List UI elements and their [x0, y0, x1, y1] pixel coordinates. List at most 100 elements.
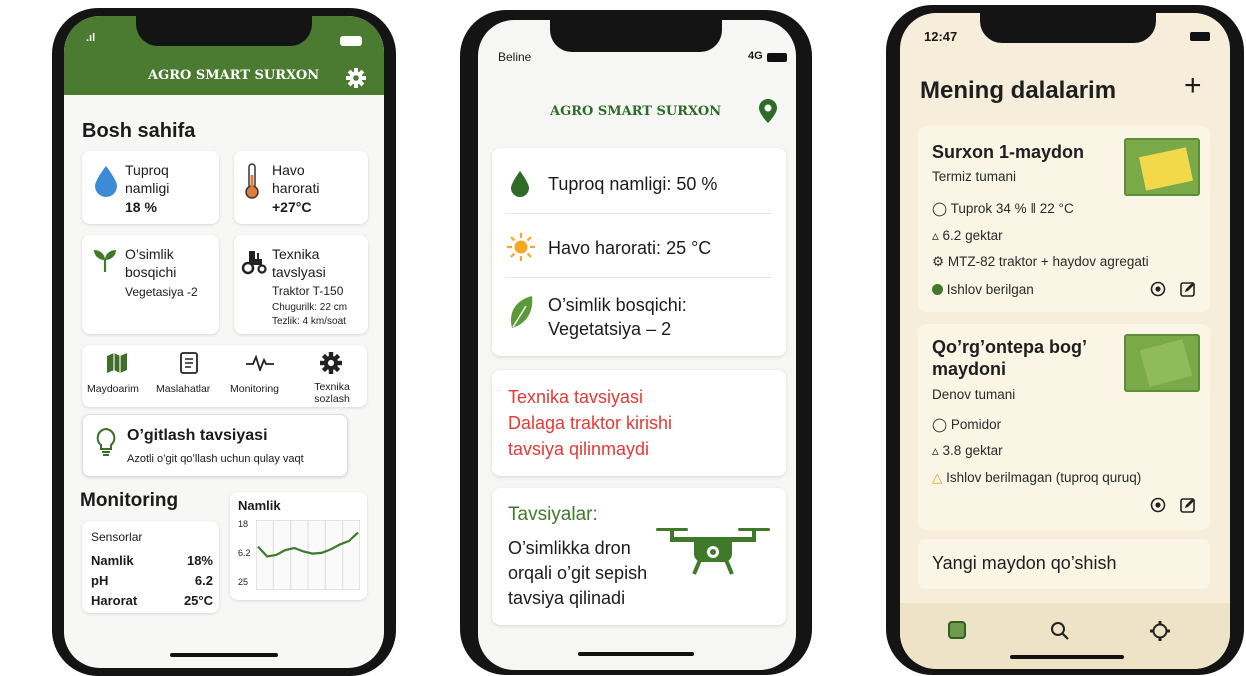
- field-status-row: Ishlov berilgan: [932, 281, 1034, 299]
- edit-icon[interactable]: [1180, 497, 1196, 513]
- nav-tips[interactable]: Maslahatlar: [154, 345, 226, 407]
- target-icon[interactable]: [1150, 281, 1166, 297]
- field-temp: 22 °C: [1039, 201, 1074, 216]
- soil-value: 50 %: [676, 174, 718, 194]
- field-thumbnail[interactable]: [1124, 138, 1200, 196]
- field-area: 3.8 gektar: [942, 443, 1003, 458]
- field-name-line: Qo’rg’ontepa bog’: [932, 337, 1087, 357]
- nav-monitoring[interactable]: Monitoring: [226, 345, 296, 407]
- air-temperature-card[interactable]: Havo harorati +27°C: [234, 151, 368, 224]
- air-label-1: Havo: [272, 162, 305, 178]
- status-time: 12:47: [924, 29, 958, 44]
- soil-value: 18 %: [125, 199, 157, 215]
- sun-icon: [506, 232, 536, 262]
- add-field-button[interactable]: +: [1184, 69, 1202, 103]
- sensor-key: pH: [91, 573, 109, 588]
- sensor-list: Namlik 18% pH 6.2 Harorat 25°C: [91, 551, 213, 611]
- plant-label-2: bosqichi: [125, 264, 177, 280]
- sensors-card: Sensorlar Namlik 18% pH 6.2 Harorat 25°C: [82, 521, 219, 613]
- lightbulb-icon: [95, 427, 117, 457]
- app-title: AGRO SMART SURXON: [148, 68, 320, 83]
- air-label-2: harorati: [272, 180, 320, 196]
- add-new-field-label: Yangi maydon qo’shish: [932, 553, 1117, 573]
- field-thumbnail[interactable]: [1124, 334, 1200, 392]
- y-tick: 25: [238, 577, 249, 587]
- edit-icon[interactable]: [1180, 281, 1196, 297]
- plant-stage-card[interactable]: O’simlik bosqichi Vegetasiya -2: [82, 235, 219, 334]
- location-pin-icon[interactable]: [758, 98, 778, 124]
- recommendation-line: O’simlikka dron: [508, 538, 631, 558]
- home-tab-icon[interactable]: [948, 621, 966, 639]
- settings-tab-icon[interactable]: [1150, 621, 1170, 641]
- sensor-row: Harorat 25°C: [91, 591, 213, 611]
- field-card[interactable]: Surxon 1-maydon Termiz tumani ◯ Tuprok 3…: [918, 126, 1210, 312]
- field-district: Termiz tumani: [932, 169, 1017, 184]
- nav-fields[interactable]: Maydoarim: [82, 345, 154, 407]
- tech-recommendation-card[interactable]: Texnika tavslyasi Traktor T-150 Chuguril…: [234, 235, 368, 334]
- y-tick: 18: [238, 519, 249, 529]
- fertilizer-card[interactable]: O’gitlash tavsiyasi Azotli o’git qo’llas…: [82, 414, 348, 477]
- y-tick: 6.2: [238, 548, 251, 558]
- tech-label-2: tavslyasi: [272, 264, 326, 280]
- nav-fields-label: Maydoarim: [87, 383, 139, 395]
- fertilizer-subtitle: Azotli o’git qo’llash uchun qulay vaqt: [127, 453, 304, 465]
- app-title: AGRO SMART SURXON: [550, 104, 722, 119]
- soil-moisture-card[interactable]: Tuproq namligi 18 %: [82, 151, 219, 224]
- field-status: Ishlov berilmagan (tuproq quruq): [946, 470, 1142, 485]
- field-machine: MTZ-82 traktor + haydov agregati: [947, 254, 1149, 269]
- field-soil: Tuprok 34 %: [950, 201, 1027, 216]
- nav-settings[interactable]: Texnika sozlash: [296, 345, 367, 407]
- recommendation-text: O’simlikka dron orqali o’git sepish tavs…: [508, 536, 647, 611]
- bottom-nav: [900, 603, 1230, 669]
- air-value: +27°C: [272, 199, 312, 215]
- air-value: 25 °C: [666, 238, 712, 258]
- battery-icon: [767, 53, 787, 62]
- divider: [506, 213, 772, 214]
- field-name-line: maydoni: [932, 359, 1007, 379]
- monitoring-title: Monitoring: [80, 490, 179, 511]
- target-icon[interactable]: [1150, 497, 1166, 513]
- home-indicator: [1010, 655, 1124, 659]
- field-status: Ishlov berilgan: [946, 282, 1034, 297]
- tech-model: Traktor T-150: [272, 284, 344, 298]
- field-card[interactable]: Qo’rg’ontepa bog’ maydoni Denov tumani ◯ …: [918, 324, 1210, 530]
- field-area-row: ▵ 6.2 gektar: [932, 227, 1003, 245]
- area-icon: ▵: [932, 228, 939, 243]
- phone-frame-recommendations: Beline 4G AGRO SMART SURXON Tuproq namli…: [460, 10, 812, 675]
- battery-icon: [1190, 32, 1210, 41]
- search-icon[interactable]: [1050, 621, 1070, 641]
- fields-screen: 12:47 Mening dalalarim + Surxon 1-maydon…: [900, 13, 1230, 669]
- sensor-key: Namlik: [91, 553, 134, 568]
- nav-monitoring-label: Monitoring: [230, 383, 280, 395]
- status-card: Tuproq namligi: 50 % Havo harorati: 25 °…: [492, 148, 786, 356]
- phone-frame-fields: 12:47 Mening dalalarim + Surxon 1-maydon…: [886, 5, 1244, 675]
- nav-settings-label: Texnika sozlash: [314, 381, 350, 405]
- recommendation-line: tavsiya qilinadi: [508, 588, 626, 608]
- field-area-row: ▵ 3.8 gektar: [932, 442, 1003, 460]
- notch: [136, 16, 312, 46]
- water-drop-icon: [94, 165, 118, 197]
- tech-warning-card[interactable]: Texnika tavsiyasi Dalaga traktor kirishi…: [492, 370, 786, 476]
- field-metrics: ◯ Tuprok 34 % ‖ 22 °C: [932, 200, 1074, 218]
- field-name: Surxon 1-maydon: [932, 142, 1085, 162]
- tech-warning-line: Dalaga traktor kirishi: [508, 413, 673, 433]
- map-icon: [106, 352, 128, 374]
- page-title: Bosh sahifa: [82, 120, 196, 142]
- carrier: Beline: [498, 50, 532, 64]
- air-temperature-row: Havo harorati: 25 °C: [548, 238, 711, 259]
- home-indicator: [170, 653, 278, 657]
- tomato-icon: ◯: [932, 417, 948, 432]
- nav-settings-label-1: Texnika: [314, 381, 350, 393]
- tractor-icon: [240, 247, 268, 275]
- field-crop-row: ◯ Pomidor: [932, 416, 1001, 434]
- tech-warning-text: Texnika tavsiyasi Dalaga traktor kirishi…: [508, 384, 672, 462]
- field-area: 6.2 gektar: [942, 228, 1003, 243]
- add-new-field-button[interactable]: Yangi maydon qo’shish: [918, 539, 1210, 589]
- sprout-icon: [92, 247, 118, 273]
- soil-label: Tuproq namligi:: [548, 174, 672, 194]
- drone-recommendation-card[interactable]: Tavsiyalar: O’simlikka dron orqali o’git…: [492, 488, 786, 625]
- sensor-row: pH 6.2: [91, 571, 213, 591]
- gear-icon[interactable]: [346, 68, 366, 88]
- nav-tips-label: Maslahatlar: [156, 383, 211, 395]
- soil-label-1: Tuproq: [125, 162, 169, 178]
